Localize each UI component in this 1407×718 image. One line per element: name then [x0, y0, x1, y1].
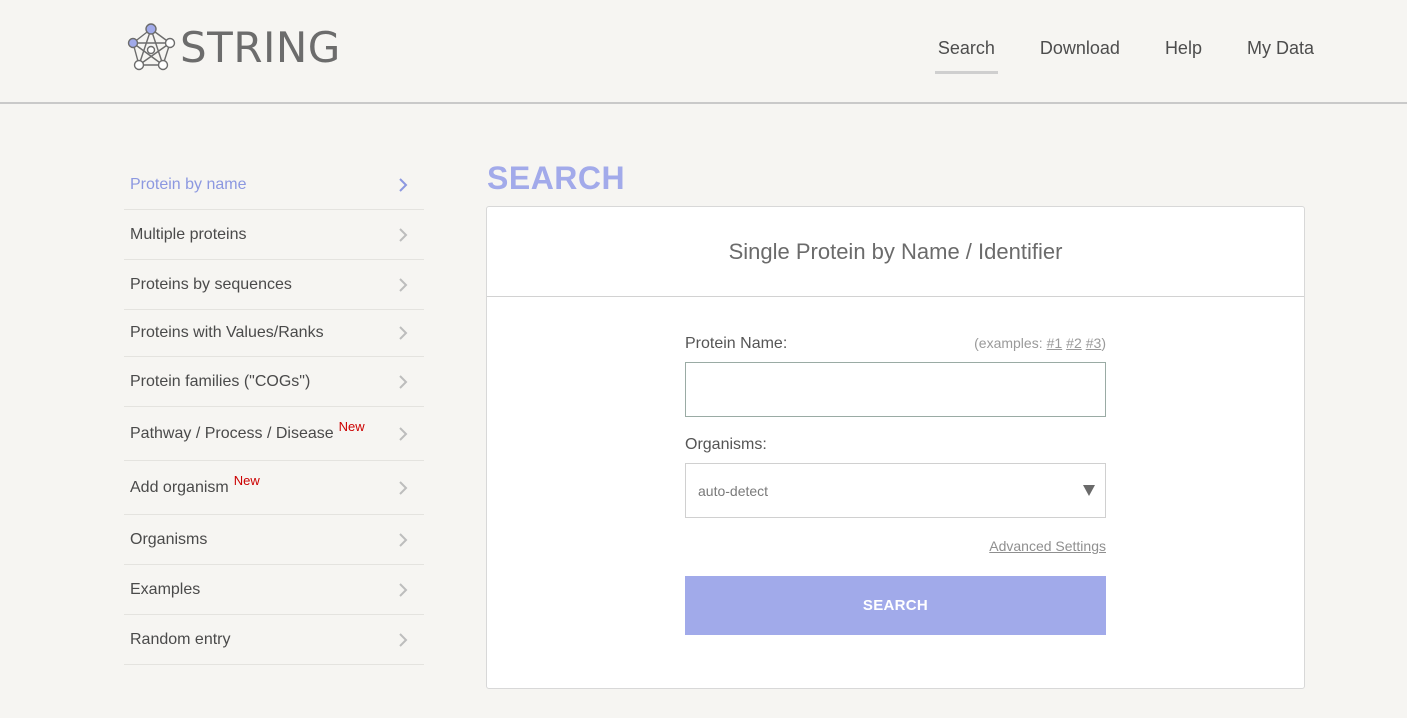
sidebar-item-label: Proteins with Values/Ranks — [130, 324, 324, 341]
nav-my-data[interactable]: My Data — [1247, 36, 1314, 60]
chevron-right-icon — [399, 374, 408, 389]
search-button[interactable]: SEARCH — [685, 576, 1106, 635]
example-link-3[interactable]: #3 — [1086, 335, 1102, 351]
organisms-select[interactable]: auto-detect — [685, 463, 1106, 518]
examples-links: (examples: #1 #2 #3) — [974, 335, 1106, 351]
sidebar-item-protein-families[interactable]: Protein families ("COGs") — [124, 357, 424, 407]
logo-text: STRING — [180, 23, 341, 72]
sidebar-item-label: Pathway / Process / Disease — [130, 424, 334, 442]
sidebar-item-label: Add organism — [130, 478, 229, 496]
advanced-settings-row: Advanced Settings — [685, 538, 1106, 554]
chevron-right-icon — [399, 177, 408, 192]
example-link-2[interactable]: #2 — [1066, 335, 1082, 351]
sidebar-item-label: Protein families ("COGs") — [130, 372, 311, 390]
network-logo-icon — [127, 23, 176, 71]
dropdown-arrow-icon — [1083, 485, 1095, 496]
chevron-right-icon — [399, 426, 408, 441]
card-title: Single Protein by Name / Identifier — [487, 207, 1304, 297]
search-form: Protein Name: (examples: #1 #2 #3) Organism… — [685, 335, 1106, 635]
sidebar-item-proteins-with-values[interactable]: Proteins with Values/Ranks — [124, 310, 424, 357]
examples-prefix: (examples: — [974, 335, 1043, 351]
sidebar-item-examples[interactable]: Examples — [124, 565, 424, 615]
chevron-right-icon — [399, 227, 408, 242]
sidebar-item-proteins-by-sequences[interactable]: Proteins by sequences — [124, 260, 424, 310]
organisms-label: Organisms: — [685, 436, 767, 453]
sidebar-item-label: Proteins by sequences — [130, 275, 292, 293]
sidebar-item-label: Protein by name — [130, 175, 247, 193]
search-type-sidebar: Protein by name Multiple proteins Protei… — [124, 160, 424, 665]
search-card: Single Protein by Name / Identifier Prot… — [486, 206, 1305, 689]
advanced-settings-link[interactable]: Advanced Settings — [989, 538, 1106, 554]
protein-name-row: Protein Name: (examples: #1 #2 #3) — [685, 335, 1106, 353]
chevron-right-icon — [399, 532, 408, 547]
main-nav: Search Download Help My Data — [893, 36, 1314, 74]
chevron-right-icon — [399, 277, 408, 292]
nav-help[interactable]: Help — [1165, 36, 1202, 60]
nav-download[interactable]: Download — [1040, 36, 1120, 60]
examples-suffix: ) — [1101, 335, 1106, 351]
sidebar-item-label: Organisms — [130, 530, 208, 548]
sidebar-item-organisms[interactable]: Organisms — [124, 515, 424, 565]
sidebar-item-pathway-process-disease[interactable]: Pathway / Process / Disease New — [124, 407, 424, 461]
organisms-select-value: auto-detect — [698, 482, 769, 499]
new-badge: New — [233, 473, 260, 488]
chevron-right-icon — [399, 326, 408, 340]
sidebar-item-label: Examples — [130, 580, 201, 598]
protein-name-input[interactable] — [685, 362, 1106, 417]
sidebar-item-random-entry[interactable]: Random entry — [124, 615, 424, 665]
sidebar-item-protein-by-name[interactable]: Protein by name — [124, 160, 424, 210]
sidebar-item-label: Multiple proteins — [130, 225, 247, 243]
protein-name-label: Protein Name: — [685, 335, 788, 352]
string-logo[interactable]: STRING — [126, 22, 341, 74]
nav-search[interactable]: Search — [934, 36, 998, 74]
example-link-1[interactable]: #1 — [1047, 335, 1063, 351]
page-title: SEARCH — [487, 160, 626, 196]
chevron-right-icon — [399, 582, 408, 597]
site-header: STRING Search Download Help My Data — [0, 0, 1407, 104]
chevron-right-icon — [399, 480, 408, 495]
sidebar-item-label: Random entry — [130, 630, 231, 648]
chevron-right-icon — [399, 632, 408, 647]
new-badge: New — [338, 419, 365, 434]
sidebar-item-multiple-proteins[interactable]: Multiple proteins — [124, 210, 424, 260]
sidebar-item-add-organism[interactable]: Add organism New — [124, 461, 424, 515]
